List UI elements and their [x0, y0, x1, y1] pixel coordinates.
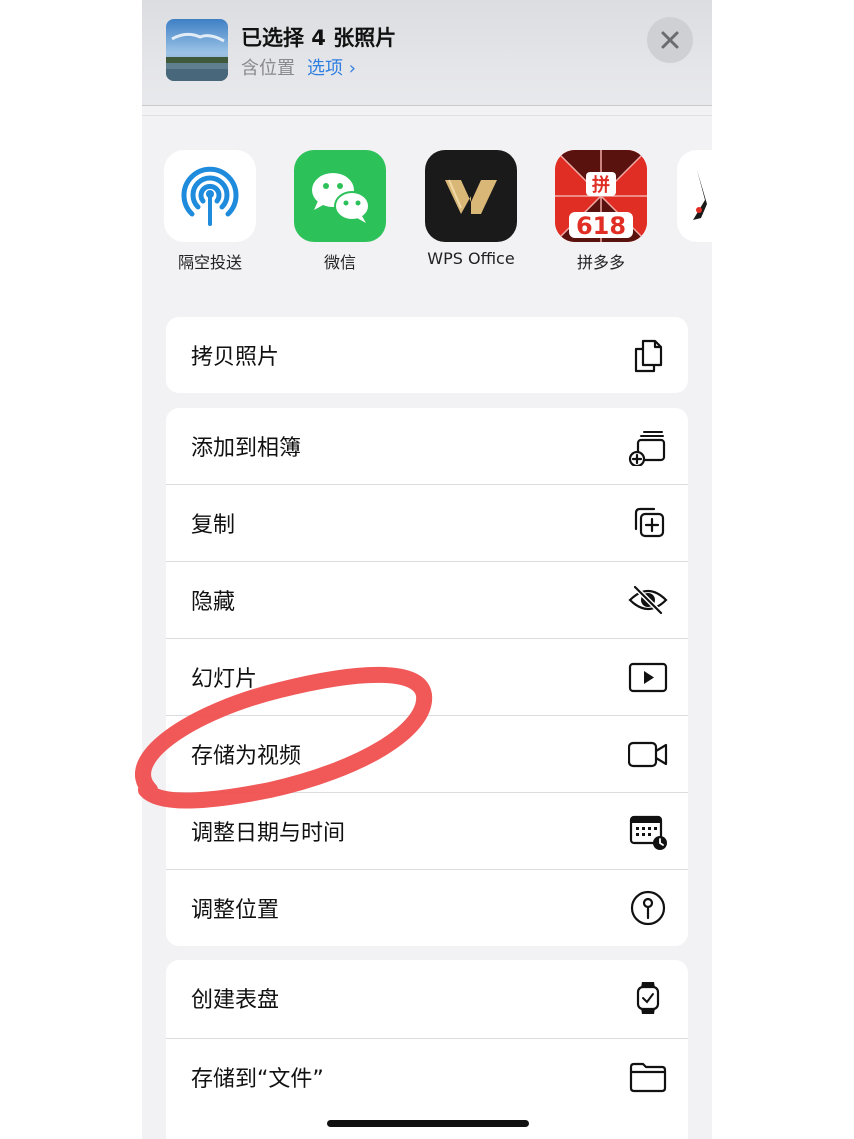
pdd-badge-char: 拼	[592, 174, 610, 196]
app-label: 拼多多	[576, 253, 625, 272]
video-camera-icon	[628, 741, 668, 768]
app-wechat[interactable]: 微信	[285, 150, 395, 273]
action-label[interactable]: 拷贝照片	[191, 339, 279, 371]
action-group-copy: 拷贝照片	[166, 317, 688, 393]
airdrop-icon[interactable]	[164, 150, 256, 242]
home-indicator[interactable]	[327, 1120, 529, 1127]
app-wps-office[interactable]: WPS Office	[416, 150, 526, 268]
options-link[interactable]: 选项 ›	[307, 58, 356, 79]
calendar-clock-icon	[629, 815, 667, 850]
selection-subtitle: 含位置 选项 ›	[241, 54, 356, 80]
share-sheet-header: 已选择 4 张照片 含位置 选项 ›	[142, 0, 712, 106]
action-add-to-album[interactable]: 添加到相簿	[166, 408, 688, 485]
action-duplicate[interactable]: 复制	[166, 485, 688, 562]
app-label: 隔空投送	[177, 253, 242, 272]
action-hide[interactable]: 隐藏	[166, 562, 688, 639]
action-label[interactable]: 存储到“文件”	[191, 1061, 324, 1093]
action-label[interactable]: 调整日期与时间	[191, 815, 345, 847]
action-adjust-date-time[interactable]: 调整日期与时间	[166, 793, 688, 870]
app-label: WPS Office	[427, 249, 515, 268]
watch-icon	[636, 982, 660, 1014]
chevron-right-icon[interactable]: ›	[349, 58, 356, 79]
app-share-row: 隔空投送 微信 WPS Office 拼 618 拼多多	[142, 150, 712, 280]
action-label[interactable]: 复制	[191, 507, 235, 539]
pinduoduo-icon[interactable]: 拼 618	[555, 150, 647, 242]
duplicate-icon	[634, 507, 665, 538]
action-slideshow[interactable]: 幻灯片	[166, 639, 688, 716]
copy-photos-icon	[634, 339, 663, 373]
action-adjust-location[interactable]: 调整位置	[166, 870, 688, 946]
hide-eye-icon	[628, 585, 668, 615]
location-label: 含位置	[241, 58, 295, 79]
action-copy-photos[interactable]: 拷贝照片	[166, 317, 688, 393]
app-label: 微信	[323, 253, 356, 272]
wps-office-icon[interactable]	[425, 150, 517, 242]
action-label[interactable]: 创建表盘	[191, 982, 279, 1014]
action-create-watch-face[interactable]: 创建表盘	[166, 960, 688, 1039]
location-pin-icon	[630, 890, 666, 926]
action-save-to-files[interactable]: 存储到“文件”	[166, 1039, 688, 1117]
action-label[interactable]: 幻灯片	[191, 661, 257, 693]
action-group-more: 创建表盘 存储到“文件”	[166, 960, 688, 1139]
action-label[interactable]: 存储为视频	[191, 738, 301, 770]
action-save-as-video[interactable]: 存储为视频	[166, 716, 688, 793]
app-partial[interactable]	[677, 150, 712, 242]
action-group-photo: 添加到相簿 复制 隐藏 幻灯片 存储为视频 调整日期与时间 调整位置	[166, 408, 688, 946]
app-pinduoduo[interactable]: 拼 618 拼多多	[546, 150, 656, 273]
pdd-618-text: 618	[576, 212, 626, 240]
wechat-icon[interactable]	[294, 150, 386, 242]
slideshow-icon	[628, 662, 668, 693]
close-icon[interactable]	[660, 30, 680, 50]
action-label[interactable]: 隐藏	[191, 584, 235, 616]
photo-thumbnail	[166, 19, 228, 81]
action-label[interactable]: 调整位置	[191, 892, 279, 924]
share-sheet: 已选择 4 张照片 含位置 选项 › 隔空投送 微信 WPS Office 拼 …	[142, 0, 712, 1139]
add-to-album-icon	[628, 431, 666, 466]
app-partial-icon[interactable]	[677, 150, 712, 242]
close-button[interactable]	[647, 17, 693, 63]
app-airdrop[interactable]: 隔空投送	[155, 150, 265, 273]
header-divider	[142, 115, 712, 116]
options-label[interactable]: 选项	[307, 58, 343, 79]
folder-icon	[629, 1062, 667, 1093]
selection-title: 已选择 4 张照片	[241, 26, 397, 50]
action-label[interactable]: 添加到相簿	[191, 430, 301, 462]
